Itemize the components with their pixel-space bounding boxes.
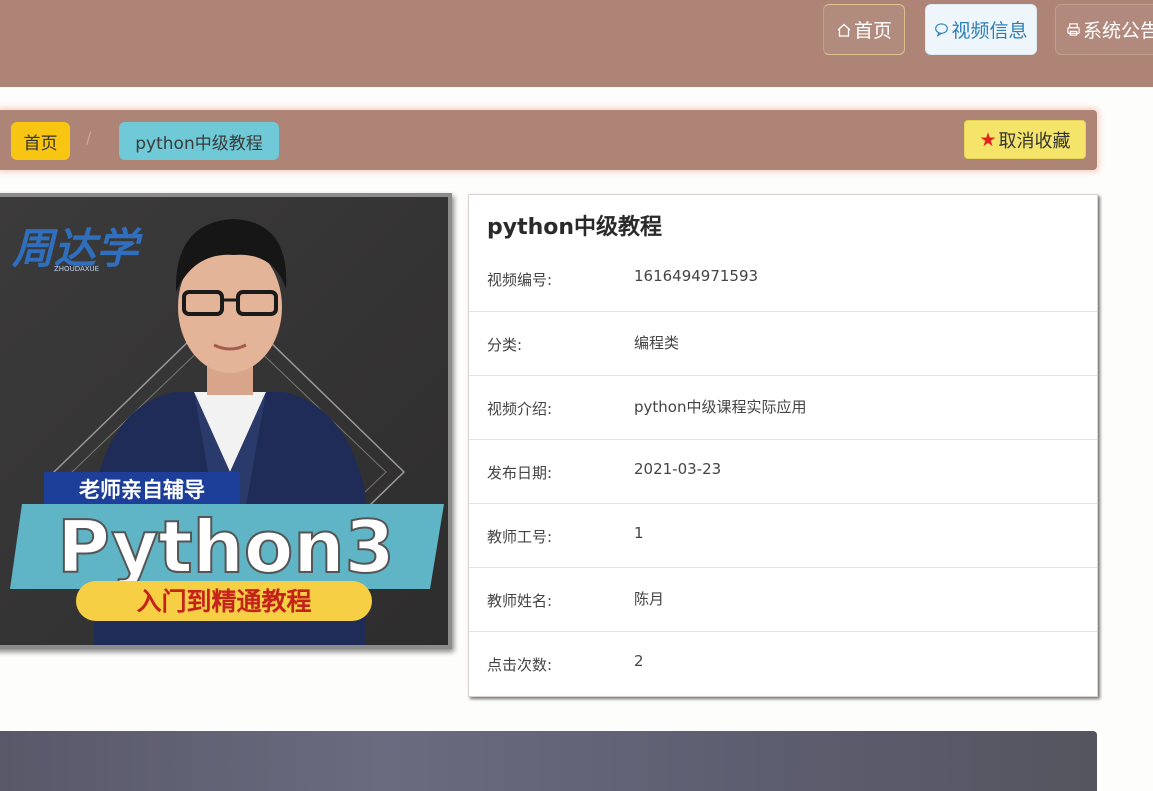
star-icon: ★: [979, 128, 997, 151]
detail-value: 2021-03-23: [634, 460, 722, 478]
detail-value: 陈月: [634, 590, 665, 608]
nav-notice-label: 系统公告: [1083, 20, 1153, 42]
cover-big-title: Python3: [57, 505, 395, 589]
detail-label: 视频介绍:: [487, 400, 553, 418]
detail-label: 教师姓名:: [487, 592, 553, 610]
breadcrumb-current: python中级教程: [119, 122, 279, 160]
top-navbar: 首页 视频信息 系统公告: [0, 0, 1153, 87]
unfavorite-label: 取消收藏: [998, 130, 1071, 152]
chat-bubble-icon: [935, 23, 949, 37]
detail-row-teacher-id: 教师工号: 1: [469, 503, 1097, 567]
detail-row-click-count: 点击次数: 2: [469, 631, 1097, 695]
detail-title: python中级教程: [487, 215, 663, 240]
detail-row-video-id: 视频编号: 1616494971593: [469, 247, 1097, 311]
nav-video-info-button[interactable]: 视频信息: [925, 4, 1037, 55]
detail-label: 教师工号:: [487, 528, 553, 546]
cover-logo-subtext: ZHOUDAXUE: [54, 265, 99, 273]
video-cover-image: 周达学 ZHOUDAXUE 老师亲自辅导 Python3 入门到精通教程: [0, 193, 452, 649]
nav-home-button[interactable]: 首页: [823, 4, 905, 55]
nav-notice-button[interactable]: 系统公告: [1055, 4, 1153, 55]
printer-icon: [1067, 23, 1080, 36]
detail-row-category: 分类: 编程类: [469, 311, 1097, 375]
detail-value: 1: [634, 524, 644, 542]
home-icon: [837, 23, 851, 37]
nav-home-label: 首页: [853, 20, 892, 42]
detail-label: 发布日期:: [487, 464, 553, 482]
detail-value: 编程类: [634, 334, 680, 352]
cover-banner-top: 老师亲自辅导: [79, 478, 205, 502]
breadcrumb-separator: /: [86, 128, 92, 147]
detail-value: 1616494971593: [634, 267, 759, 285]
detail-label: 视频编号:: [487, 271, 553, 289]
video-detail-panel: python中级教程 视频编号: 1616494971593 分类: 编程类 视…: [468, 194, 1098, 697]
detail-value: python中级课程实际应用: [634, 398, 807, 416]
detail-label: 点击次数:: [487, 656, 553, 674]
detail-row-publish-date: 发布日期: 2021-03-23: [469, 439, 1097, 503]
unfavorite-button[interactable]: ★ 取消收藏: [964, 120, 1086, 159]
detail-value: 2: [634, 652, 644, 670]
detail-row-teacher-name: 教师姓名: 陈月: [469, 567, 1097, 631]
detail-label: 分类:: [487, 336, 523, 354]
breadcrumb-home[interactable]: 首页: [11, 122, 70, 160]
video-player-area[interactable]: [0, 731, 1097, 791]
detail-row-description: 视频介绍: python中级课程实际应用: [469, 375, 1097, 439]
breadcrumb-bar: 首页 / python中级教程 ★ 取消收藏: [0, 110, 1097, 170]
cover-banner-bottom: 入门到精通教程: [136, 587, 311, 616]
nav-video-info-label: 视频信息: [951, 20, 1028, 42]
